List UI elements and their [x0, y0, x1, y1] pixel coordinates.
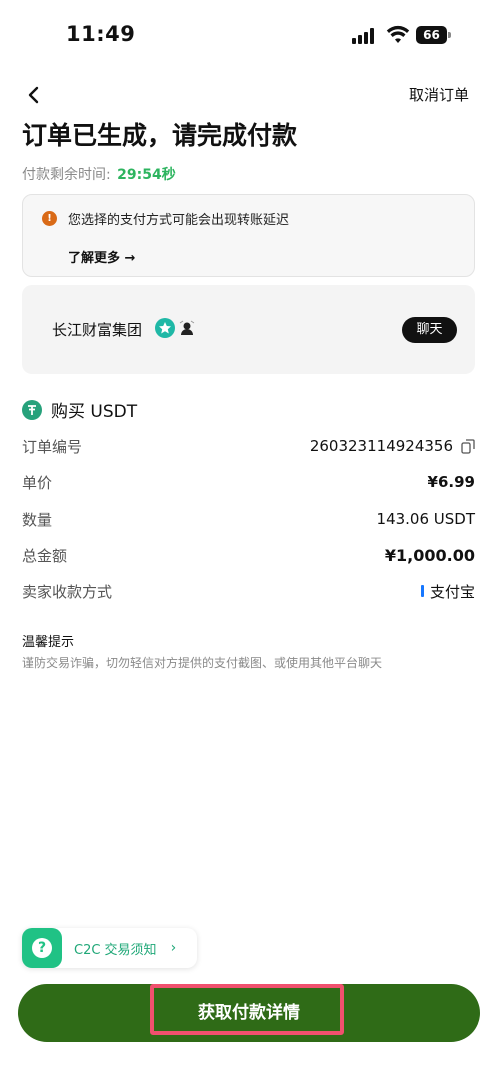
total-amount-value: ¥1,000.00	[384, 545, 475, 565]
quantity-label: 数量	[22, 510, 53, 529]
order-number-text: 260323114924356	[309, 437, 453, 455]
cta-highlight-box	[150, 984, 344, 1035]
quantity-value: 143.06 USDT	[376, 510, 475, 528]
unit-price-label: 单价	[22, 473, 53, 492]
unit-price-row: 单价 ¥6.99	[22, 470, 475, 494]
unit-price-value: ¥6.99	[427, 473, 475, 491]
battery-icon: 66	[416, 26, 452, 44]
user-badge-icon	[179, 320, 195, 335]
status-bar: 11:49 66	[0, 0, 497, 70]
payment-method-value: 支付宝	[420, 581, 475, 602]
usdt-icon	[22, 399, 42, 420]
order-number-label: 订单编号	[22, 437, 83, 456]
order-number-row: 订单编号 260323114924356	[22, 434, 475, 458]
cellular-signal-icon	[352, 28, 378, 44]
countdown-label: 付款剩余时间:	[22, 167, 111, 183]
payment-method-label: 卖家收款方式	[22, 582, 113, 601]
chat-button[interactable]: 聊天	[402, 317, 457, 343]
buy-section-title: 购买 USDT	[22, 397, 137, 422]
tips-text: 谨防交易诈骗，切勿轻信对方提供的支付截图、或使用其他平台聊天	[22, 656, 383, 670]
copy-icon[interactable]	[461, 438, 475, 454]
verified-merchant-icon	[155, 318, 175, 338]
buy-label: 购买 USDT	[51, 402, 138, 422]
tips-title: 温馨提示	[22, 635, 75, 650]
merchant-name[interactable]: 长江财富集团	[52, 319, 142, 340]
back-button[interactable]	[20, 82, 46, 108]
chevron-right-icon: ›	[170, 940, 177, 956]
payment-countdown: 付款剩余时间: 29:54秒	[22, 164, 176, 184]
total-amount-row: 总金额 ¥1,000.00	[22, 543, 475, 567]
learn-more-link[interactable]: 了解更多 →	[68, 247, 135, 266]
c2c-notice-label: C2C 交易须知	[74, 942, 157, 958]
c2c-notice-button[interactable]: ? C2C 交易须知 ›	[22, 928, 197, 968]
merchant-card: 长江财富集团 聊天	[22, 285, 475, 374]
status-time: 11:49	[66, 22, 136, 46]
payment-method-row: 卖家收款方式 支付宝	[22, 579, 475, 603]
countdown-time: 29:54秒	[117, 167, 176, 183]
help-icon: ?	[22, 928, 62, 968]
warning-icon: !	[42, 211, 57, 226]
page-title: 订单已生成，请完成付款	[22, 121, 298, 150]
order-number-value: 260323114924356	[310, 437, 475, 455]
wifi-icon	[386, 25, 410, 43]
cancel-order-button[interactable]: 取消订单	[409, 84, 469, 105]
warning-text: 您选择的支付方式可能会出现转账延迟	[68, 213, 290, 228]
alipay-indicator-icon	[420, 585, 424, 597]
quantity-row: 数量 143.06 USDT	[22, 507, 475, 531]
total-amount-label: 总金额	[22, 546, 68, 565]
payment-method-text: 支付宝	[429, 582, 475, 601]
delay-warning-card: ! 您选择的支付方式可能会出现转账延迟 了解更多 →	[22, 194, 475, 277]
battery-level: 66	[416, 26, 447, 44]
chevron-left-icon	[28, 86, 39, 104]
